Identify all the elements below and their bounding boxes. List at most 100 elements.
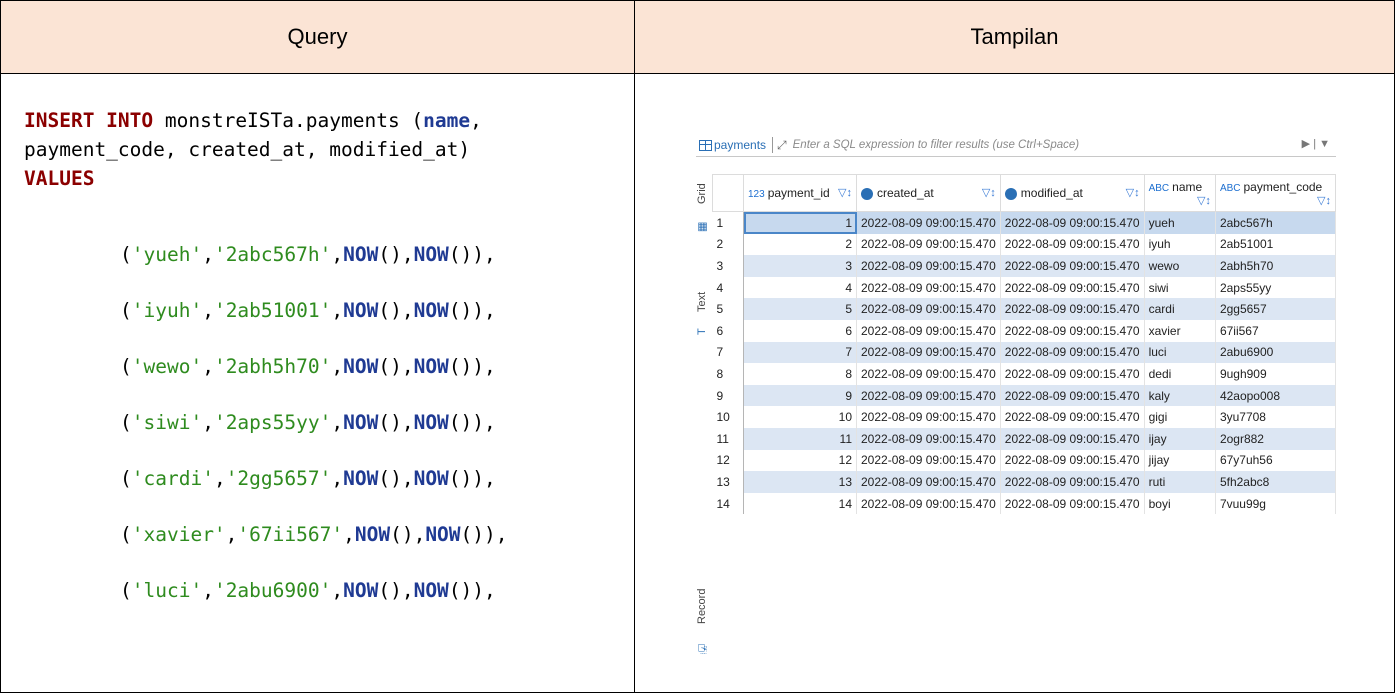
cell-name[interactable]: xavier: [1144, 319, 1216, 342]
cell-payment-id[interactable]: 9: [743, 384, 857, 407]
row-number[interactable]: 12: [712, 449, 744, 472]
cell-payment-id[interactable]: 12: [743, 449, 857, 472]
cell-created-at[interactable]: 2022-08-09 09:00:15.470: [856, 471, 1001, 493]
cell-payment-id[interactable]: 3: [743, 255, 857, 277]
column-header-modified-at[interactable]: modified_at ▽↕: [999, 174, 1145, 212]
filter-sort-icon[interactable]: ▽↕: [982, 186, 996, 199]
cell-name[interactable]: kaly: [1144, 384, 1216, 407]
row-number[interactable]: 10: [712, 406, 744, 428]
cell-payment-code[interactable]: 5fh2abc8: [1215, 471, 1337, 493]
cell-payment-id[interactable]: 5: [743, 298, 857, 320]
filter-sort-icon[interactable]: ▽↕: [1197, 194, 1211, 207]
table-row[interactable]: 14 14 2022-08-09 09:00:15.470 2022-08-09 09…: [712, 492, 1337, 515]
row-number[interactable]: 5: [712, 298, 744, 320]
cell-payment-code[interactable]: 67y7uh56: [1215, 449, 1337, 472]
cell-created-at[interactable]: 2022-08-09 09:00:15.470: [856, 255, 1001, 277]
cell-payment-id[interactable]: 7: [743, 341, 857, 364]
row-number[interactable]: 13: [712, 471, 744, 493]
filter-dropdown-icon[interactable]: ▶ | ▼: [1302, 137, 1330, 150]
cell-payment-id[interactable]: 2: [743, 233, 857, 256]
row-number[interactable]: 2: [712, 233, 744, 256]
filter-sort-icon[interactable]: ▽↕: [838, 186, 852, 199]
cell-payment-id[interactable]: 10: [743, 406, 857, 428]
cell-name[interactable]: boyi: [1144, 492, 1216, 515]
cell-name[interactable]: yueh: [1144, 211, 1216, 234]
filter-sort-icon[interactable]: ▽↕: [1317, 194, 1331, 207]
row-number[interactable]: 1: [712, 211, 744, 234]
cell-payment-code[interactable]: 2abh5h70: [1215, 255, 1337, 277]
expand-icon[interactable]: ⤢: [777, 138, 787, 153]
cell-created-at[interactable]: 2022-08-09 09:00:15.470: [856, 427, 1001, 450]
cell-payment-id[interactable]: 14: [743, 492, 857, 515]
row-number[interactable]: 14: [712, 492, 744, 515]
row-number[interactable]: 8: [712, 363, 744, 385]
cell-modified-at[interactable]: 2022-08-09 09:00:15.470: [1000, 255, 1145, 277]
table-row[interactable]: 8 8 2022-08-09 09:00:15.470 2022-08-09 09:0…: [712, 363, 1337, 385]
cell-modified-at[interactable]: 2022-08-09 09:00:15.470: [1000, 319, 1145, 342]
cell-payment-id[interactable]: 1: [743, 211, 857, 234]
cell-payment-id[interactable]: 11: [743, 427, 857, 450]
cell-payment-code[interactable]: 3yu7708: [1215, 406, 1337, 428]
cell-modified-at[interactable]: 2022-08-09 09:00:15.470: [1000, 384, 1145, 407]
table-row[interactable]: 12 12 2022-08-09 09:00:15.470 2022-08-09 09…: [712, 449, 1337, 472]
side-tab-record[interactable]: Record: [696, 578, 712, 634]
cell-created-at[interactable]: 2022-08-09 09:00:15.470: [856, 276, 1001, 299]
table-row[interactable]: 5 5 2022-08-09 09:00:15.470 2022-08-09 09:0…: [712, 298, 1337, 320]
cell-created-at[interactable]: 2022-08-09 09:00:15.470: [856, 406, 1001, 428]
text-icon[interactable]: T: [696, 324, 712, 340]
cell-created-at[interactable]: 2022-08-09 09:00:15.470: [856, 298, 1001, 320]
table-row[interactable]: 7 7 2022-08-09 09:00:15.470 2022-08-09 09:0…: [712, 341, 1337, 364]
cell-payment-code[interactable]: 2ogr882: [1215, 427, 1337, 450]
row-number[interactable]: 9: [712, 384, 744, 407]
cell-payment-code[interactable]: 2aps55yy: [1215, 276, 1337, 299]
table-row[interactable]: 11 11 2022-08-09 09:00:15.470 2022-08-09 09…: [712, 427, 1337, 450]
side-tab-text[interactable]: Text: [696, 282, 712, 322]
cell-created-at[interactable]: 2022-08-09 09:00:15.470: [856, 384, 1001, 407]
cell-name[interactable]: gigi: [1144, 406, 1216, 428]
cell-payment-code[interactable]: 9ugh909: [1215, 363, 1337, 385]
cell-modified-at[interactable]: 2022-08-09 09:00:15.470: [1000, 471, 1145, 493]
filter-sort-icon[interactable]: ▽↕: [1126, 186, 1140, 199]
cell-created-at[interactable]: 2022-08-09 09:00:15.470: [856, 233, 1001, 256]
table-row[interactable]: 3 3 2022-08-09 09:00:15.470 2022-08-09 09:0…: [712, 255, 1337, 277]
table-row[interactable]: 1 1 2022-08-09 09:00:15.470 2022-08-09 09:0…: [712, 211, 1337, 234]
cell-modified-at[interactable]: 2022-08-09 09:00:15.470: [1000, 406, 1145, 428]
cell-name[interactable]: cardi: [1144, 298, 1216, 320]
cell-created-at[interactable]: 2022-08-09 09:00:15.470: [856, 319, 1001, 342]
column-header-payment-code[interactable]: ABC payment_code ▽↕: [1214, 174, 1337, 212]
table-row[interactable]: 4 4 2022-08-09 09:00:15.470 2022-08-09 09:0…: [712, 276, 1337, 299]
cell-payment-id[interactable]: 8: [743, 363, 857, 385]
column-header-payment-id[interactable]: 123 payment_id ▽↕: [743, 174, 857, 212]
table-row[interactable]: 2 2 2022-08-09 09:00:15.470 2022-08-09 09:0…: [712, 233, 1337, 256]
table-row[interactable]: 6 6 2022-08-09 09:00:15.470 2022-08-09 09:0…: [712, 319, 1337, 342]
cell-name[interactable]: luci: [1144, 341, 1216, 364]
column-header-name[interactable]: ABC name ▽↕: [1143, 174, 1216, 212]
cell-payment-code[interactable]: 2abu6900: [1215, 341, 1337, 364]
cell-name[interactable]: dedi: [1144, 363, 1216, 385]
cell-created-at[interactable]: 2022-08-09 09:00:15.470: [856, 341, 1001, 364]
table-row[interactable]: 9 9 2022-08-09 09:00:15.470 2022-08-09 09:0…: [712, 384, 1337, 407]
cell-created-at[interactable]: 2022-08-09 09:00:15.470: [856, 492, 1001, 515]
cell-name[interactable]: ruti: [1144, 471, 1216, 493]
grid-icon[interactable]: ▦: [696, 220, 712, 236]
cell-payment-id[interactable]: 4: [743, 276, 857, 299]
cell-name[interactable]: siwi: [1144, 276, 1216, 299]
cell-payment-code[interactable]: 67ii567: [1215, 319, 1337, 342]
cell-created-at[interactable]: 2022-08-09 09:00:15.470: [856, 449, 1001, 472]
cell-created-at[interactable]: 2022-08-09 09:00:15.470: [856, 211, 1001, 234]
cell-modified-at[interactable]: 2022-08-09 09:00:15.470: [1000, 276, 1145, 299]
cell-name[interactable]: wewo: [1144, 255, 1216, 277]
cell-modified-at[interactable]: 2022-08-09 09:00:15.470: [1000, 233, 1145, 256]
column-header-created-at[interactable]: created_at ▽↕: [856, 174, 1001, 212]
table-name-tab[interactable]: payments: [714, 138, 766, 152]
cell-modified-at[interactable]: 2022-08-09 09:00:15.470: [1000, 341, 1145, 364]
table-row[interactable]: 10 10 2022-08-09 09:00:15.470 2022-08-09 09…: [712, 406, 1337, 428]
cell-payment-code[interactable]: 2abc567h: [1215, 211, 1337, 234]
row-number[interactable]: 11: [712, 427, 744, 450]
cell-payment-id[interactable]: 6: [743, 319, 857, 342]
cell-modified-at[interactable]: 2022-08-09 09:00:15.470: [1000, 492, 1145, 515]
row-number[interactable]: 4: [712, 276, 744, 299]
cell-payment-code[interactable]: 2ab51001: [1215, 233, 1337, 256]
cell-created-at[interactable]: 2022-08-09 09:00:15.470: [856, 363, 1001, 385]
cell-modified-at[interactable]: 2022-08-09 09:00:15.470: [1000, 427, 1145, 450]
